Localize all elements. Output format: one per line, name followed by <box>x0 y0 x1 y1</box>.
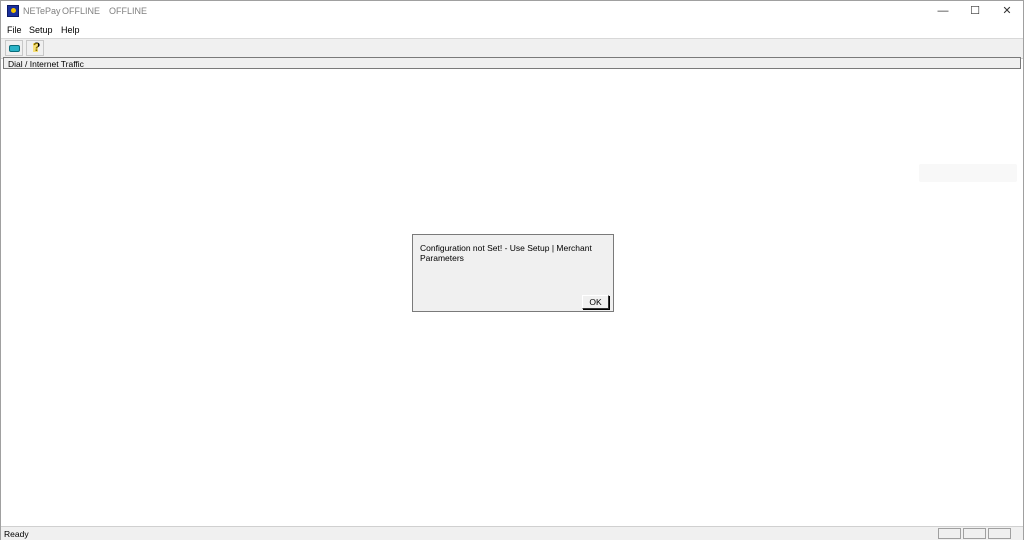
ok-button[interactable]: OK <box>582 295 609 309</box>
status-text: Ready <box>4 529 29 539</box>
message-dialog: Configuration not Set! - Use Setup | Mer… <box>412 234 614 312</box>
status-pane-2 <box>963 528 986 539</box>
app-title: NETePay <box>23 6 61 16</box>
traffic-panel-header: Dial / Internet Traffic <box>3 57 1021 69</box>
maximize-button[interactable]: ☐ <box>958 1 992 22</box>
status-pane-1 <box>938 528 961 539</box>
minimize-button[interactable]: — <box>926 1 960 22</box>
connect-button[interactable] <box>5 40 23 56</box>
help-icon <box>33 40 40 54</box>
menu-help[interactable]: Help <box>61 25 80 35</box>
connect-icon <box>9 45 20 52</box>
main-window: NETePay OFFLINE OFFLINE — ☐ ✕ File Setup… <box>0 0 1024 540</box>
menu-bar: File Setup Help <box>1 22 1023 38</box>
dialog-message: Configuration not Set! - Use Setup | Mer… <box>420 243 592 263</box>
status-bar: Ready <box>1 526 1023 540</box>
menu-setup[interactable]: Setup <box>29 25 53 35</box>
status-pane-3 <box>988 528 1011 539</box>
help-button[interactable] <box>26 40 44 56</box>
menu-file[interactable]: File <box>7 25 22 35</box>
title-bar[interactable]: NETePay OFFLINE OFFLINE — ☐ ✕ <box>1 1 1023 22</box>
close-button[interactable]: ✕ <box>990 1 1024 22</box>
title-status-1: OFFLINE <box>62 6 101 16</box>
traffic-panel-title: Dial / Internet Traffic <box>8 59 84 69</box>
app-icon[interactable] <box>7 5 19 17</box>
faint-overlay <box>919 164 1017 182</box>
title-status-2: OFFLINE <box>109 6 148 16</box>
toolbar <box>1 38 1023 59</box>
